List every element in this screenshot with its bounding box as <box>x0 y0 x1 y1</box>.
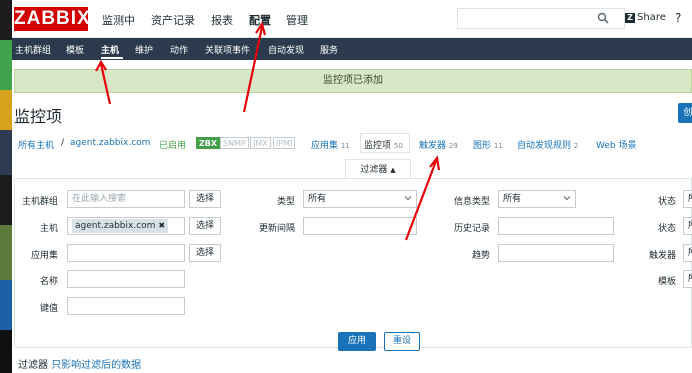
tab-web-scenarios[interactable]: Web 场景 <box>596 138 636 151</box>
availability-snmp-badge: SNMP <box>220 137 249 149</box>
availability-zbx-badge: ZBX <box>196 137 221 149</box>
breadcrumb-all-hosts[interactable]: 所有主机 <box>18 138 54 151</box>
key-input[interactable] <box>67 297 185 315</box>
info-type-select-value: 所有 <box>503 194 522 204</box>
availability-jmx-badge: JMX <box>250 137 271 149</box>
host-label: 主机 <box>39 224 58 234</box>
filter-note-title: 过滤器 <box>18 360 48 371</box>
subnav-templates[interactable]: 模板 <box>66 43 84 56</box>
trend-input[interactable] <box>498 244 614 262</box>
share-icon[interactable]: Z <box>625 13 635 23</box>
host-status-enabled[interactable]: 已启用 <box>159 138 186 151</box>
status-label: 状态 <box>657 224 676 234</box>
host-select-button[interactable]: 选择 <box>189 217 222 235</box>
top-navigation-bar: ZABBIX 监测中 资产记录 报表 配置 管理 Z Share ? <box>12 0 692 38</box>
history-label: 历史记录 <box>453 224 490 234</box>
filter-note-text: 只影响过滤后的数据 <box>51 360 142 371</box>
nav-administration[interactable]: 管理 <box>286 12 308 28</box>
subnav-discovery[interactable]: 自动发现 <box>268 43 304 56</box>
update-interval-label: 更新间隔 <box>258 224 295 234</box>
nav-configuration[interactable]: 配置 <box>249 12 271 28</box>
key-label: 键值 <box>39 304 58 314</box>
create-item-button[interactable]: 创 <box>678 103 692 123</box>
chevron-down-icon <box>563 196 571 201</box>
filter-collapse-icon: ▲ <box>390 166 396 174</box>
filter-note: 过滤器 只影响过滤后的数据 <box>18 356 141 371</box>
tab-items[interactable]: 监控项 50 <box>364 138 403 151</box>
info-type-label: 信息类型 <box>453 197 490 207</box>
host-input[interactable]: agent.zabbix.com ✖ <box>67 217 185 235</box>
nav-inventory[interactable]: 资产记录 <box>151 12 195 28</box>
config-submenu-bar: 主机群组 模板 主机 维护 动作 关联项事件 自动发现 服务 <box>12 38 692 60</box>
breadcrumb-host[interactable]: agent.zabbix.com <box>70 138 150 148</box>
filter-tab-label: 过滤器 <box>360 165 388 175</box>
info-type-select[interactable]: 所有 <box>498 190 576 208</box>
chip-remove-icon[interactable]: ✖ <box>158 221 165 230</box>
chevron-down-icon <box>404 196 412 201</box>
tab-discovery-rules[interactable]: 自动发现规则 2 <box>517 138 578 151</box>
share-link[interactable]: Share <box>637 12 666 23</box>
history-input[interactable] <box>498 217 614 235</box>
name-input[interactable] <box>67 270 185 288</box>
template-select[interactable]: 所 <box>683 270 692 288</box>
template-label: 模板 <box>657 277 676 287</box>
tab-graphs[interactable]: 图形 11 <box>473 138 503 151</box>
success-message: 监控项已添加 <box>14 69 692 93</box>
application-select-button[interactable]: 选择 <box>189 244 222 262</box>
host-group-input[interactable]: 在此输入搜索 <box>67 190 185 208</box>
nav-reports[interactable]: 报表 <box>211 12 233 28</box>
state-select[interactable]: 所 <box>683 190 692 208</box>
subnav-host-groups[interactable]: 主机群组 <box>15 43 51 56</box>
host-group-select-button[interactable]: 选择 <box>189 190 222 208</box>
application-label: 应用集 <box>30 251 58 261</box>
trigger-select[interactable]: 所 <box>683 244 692 262</box>
host-group-label: 主机群组 <box>21 197 58 207</box>
subnav-event-correlation[interactable]: 关联项事件 <box>205 43 250 56</box>
name-label: 名称 <box>39 277 58 287</box>
type-select-value: 所有 <box>308 194 327 204</box>
reset-filter-button[interactable]: 重设 <box>384 332 420 351</box>
type-label: 类型 <box>276 197 295 207</box>
subnav-services[interactable]: 服务 <box>320 43 338 56</box>
subnav-hosts[interactable]: 主机 <box>101 43 119 56</box>
tab-triggers[interactable]: 触发器 29 <box>419 138 458 151</box>
trend-label: 趋势 <box>471 251 490 261</box>
subnav-maintenance[interactable]: 维护 <box>135 43 153 56</box>
host-chip: agent.zabbix.com ✖ <box>72 219 169 233</box>
nav-monitoring[interactable]: 监测中 <box>102 12 135 28</box>
active-subnav-indicator <box>101 57 123 59</box>
help-icon[interactable]: ? <box>675 11 681 25</box>
state-label: 状态 <box>657 197 676 207</box>
availability-ipmi-badge: IPMI <box>273 137 296 149</box>
page-title: 监控项 <box>14 107 63 126</box>
breadcrumb-separator: / <box>61 138 65 148</box>
application-input[interactable] <box>67 244 185 262</box>
filter-toggle-tab[interactable]: 过滤器 ▲ <box>345 159 411 179</box>
subnav-actions[interactable]: 动作 <box>170 43 188 56</box>
update-interval-input[interactable] <box>303 217 417 235</box>
search-icon[interactable] <box>597 12 609 24</box>
apply-filter-button[interactable]: 应用 <box>338 332 376 351</box>
zabbix-logo[interactable]: ZABBIX <box>14 7 90 31</box>
background-desktop-strip <box>0 0 12 373</box>
type-select[interactable]: 所有 <box>303 190 417 208</box>
trigger-label: 触发器 <box>648 251 676 261</box>
status-select[interactable]: 所 <box>683 217 692 235</box>
tab-applications[interactable]: 应用集 11 <box>311 138 350 151</box>
